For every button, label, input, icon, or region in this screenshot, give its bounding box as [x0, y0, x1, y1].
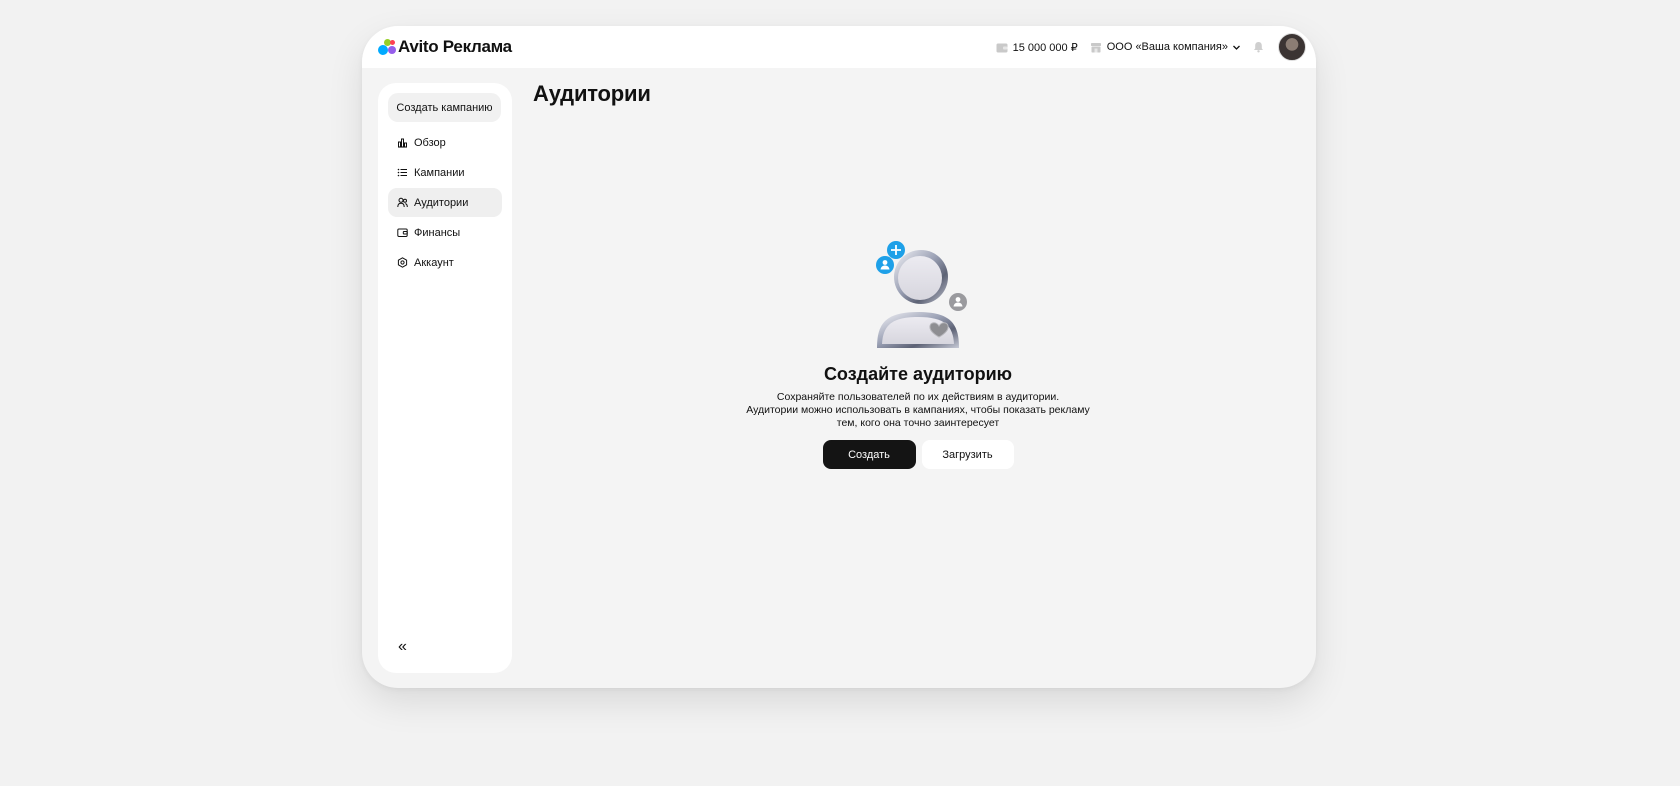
sidebar-item-finance[interactable]: Финансы: [388, 218, 502, 247]
sidebar-item-label: Аудитории: [414, 196, 469, 209]
sidebar-item-label: Аккаунт: [414, 256, 454, 269]
company-selector[interactable]: ООО «Ваша компания»: [1090, 41, 1241, 53]
empty-state: Создайте аудиторию Сохраняйте пользовате…: [533, 236, 1303, 469]
sidebar: Создать кампанию Обзор Кампании Аудитори…: [378, 83, 512, 673]
logo[interactable]: Avito Реклама: [378, 37, 512, 57]
gear-icon: [397, 257, 408, 268]
users-icon: [397, 197, 408, 208]
description-line: тем, кого она точно заинтересует: [836, 417, 1000, 429]
create-audience-button[interactable]: Создать: [822, 440, 916, 469]
empty-state-title: Создайте аудиторию: [823, 364, 1013, 384]
wallet-icon: [397, 228, 408, 237]
create-campaign-button[interactable]: Создать кампанию: [388, 93, 501, 122]
logo-text: Avito Реклама: [398, 37, 512, 56]
sidebar-nav: Обзор Кампании Аудитории Финансы Аккаунт: [388, 128, 502, 278]
chart-bars-icon: [398, 138, 407, 148]
audience-illustration: [863, 236, 973, 356]
store-icon: [1090, 42, 1101, 52]
upload-audience-button[interactable]: Загрузить: [921, 440, 1014, 469]
header-actions: 15 000 000 ₽ ООО «Ваша компания»: [996, 26, 1306, 68]
sidebar-item-label: Обзор: [414, 136, 446, 149]
sidebar-item-account[interactable]: Аккаунт: [388, 248, 502, 277]
sidebar-item-label: Финансы: [414, 226, 461, 239]
bell-icon: [1254, 42, 1263, 53]
sidebar-item-overview[interactable]: Обзор: [388, 128, 502, 157]
balance-amount: 15 000 000 ₽: [1012, 41, 1078, 54]
description-line: Аудитории можно использовать в кампаниях…: [746, 404, 1090, 416]
avito-logo-icon: [378, 38, 396, 56]
list-icon: [397, 168, 407, 177]
company-name: ООО «Ваша компания»: [1106, 41, 1228, 53]
chevron-down-icon: [1233, 45, 1240, 50]
sidebar-item-campaigns[interactable]: Кампании: [388, 158, 502, 187]
sidebar-item-label: Кампании: [414, 166, 465, 179]
wallet-icon: [996, 43, 1008, 52]
notifications[interactable]: [1253, 41, 1264, 53]
balance[interactable]: 15 000 000 ₽: [996, 41, 1078, 54]
empty-state-description: Сохраняйте пользователей по их действиям…: [738, 391, 1098, 430]
audience-person-icon: [876, 241, 967, 348]
description-line: Сохраняйте пользователей по их действиям…: [776, 391, 1060, 403]
app-window: Avito Реклама 15 000 000 ₽ ООО «Ваша ком…: [362, 26, 1316, 688]
empty-state-actions: Создать Загрузить: [533, 440, 1303, 469]
avatar[interactable]: [1278, 33, 1306, 61]
page-title: Аудитории: [533, 81, 651, 106]
sidebar-item-audiences[interactable]: Аудитории: [388, 188, 502, 217]
top-header: Avito Реклама 15 000 000 ₽ ООО «Ваша ком…: [362, 26, 1316, 68]
collapse-sidebar-button[interactable]: «: [398, 639, 407, 655]
